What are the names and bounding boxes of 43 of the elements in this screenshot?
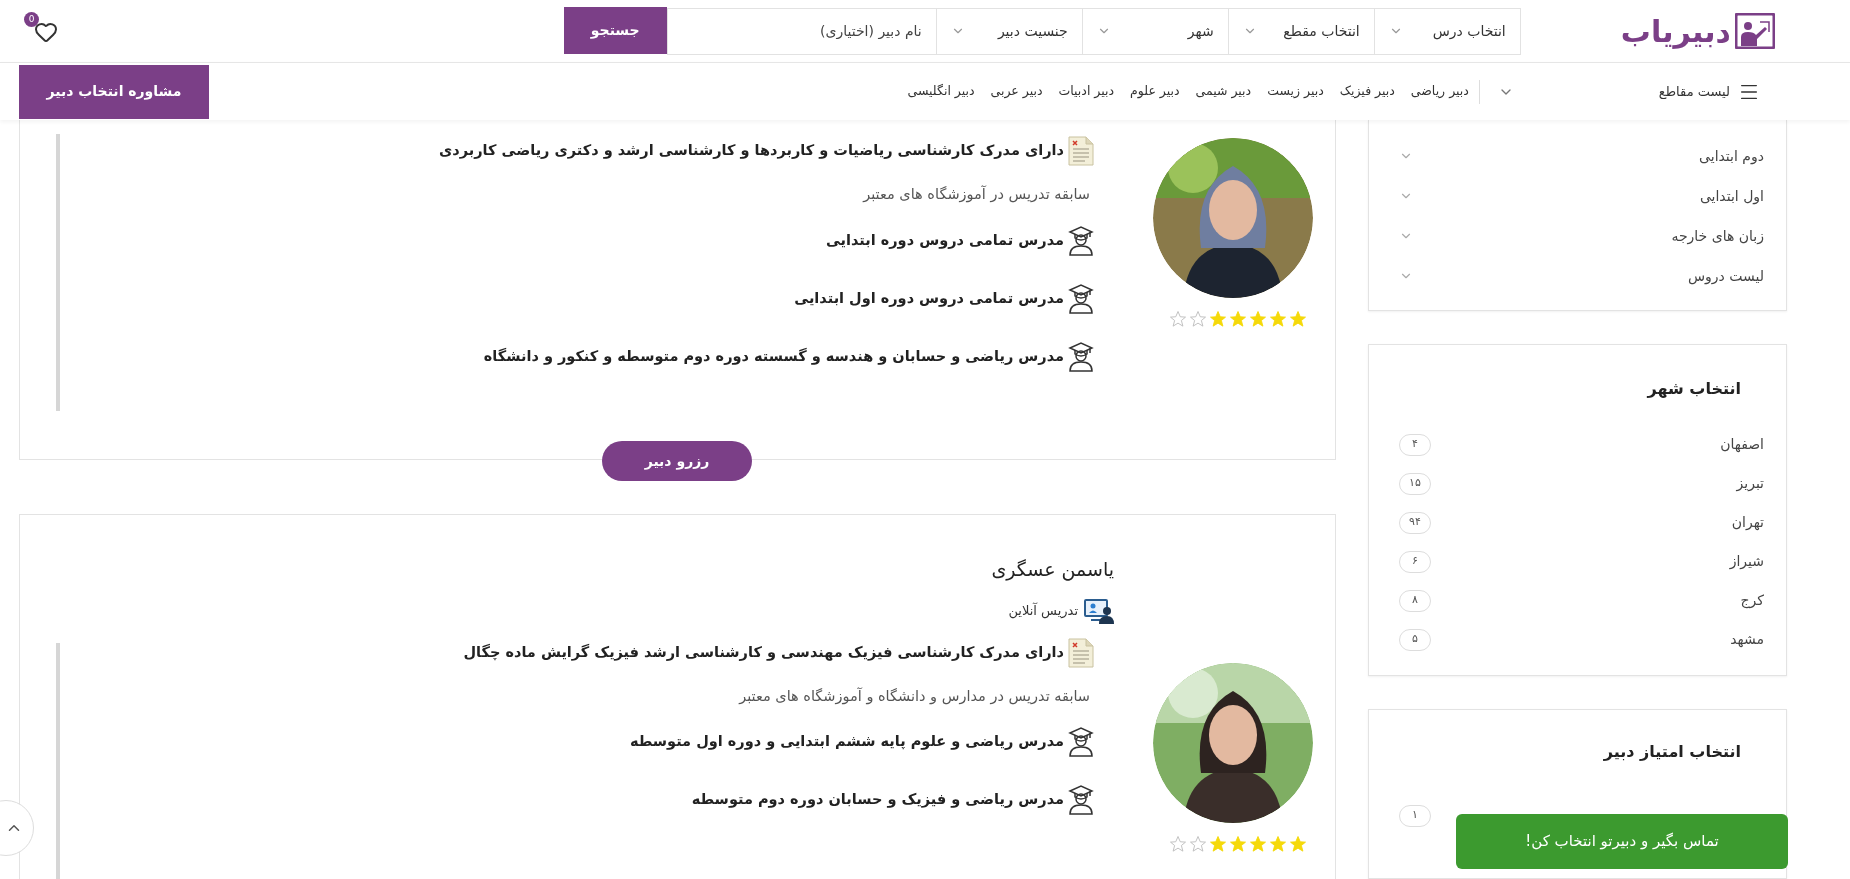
favorites-badge: 0 bbox=[24, 12, 39, 27]
nav-link[interactable]: دبیر ادبیات bbox=[1058, 82, 1115, 101]
teacher-name-field[interactable]: نام دبیر (اختیاری) bbox=[666, 7, 937, 55]
degree-text: دارای مدرک کارشناسی ریاضیات و کاربردها و کارشناسی ارشد و دکتری ریاضی کاربردی bbox=[439, 141, 1064, 161]
nav-link[interactable]: دبیر انگلیسی bbox=[907, 82, 975, 101]
logo-text: دبیریاب bbox=[1620, 12, 1731, 51]
course-text: مدرس تمامی دروس دوره اول ابتدایی bbox=[794, 288, 1064, 309]
search-button[interactable]: جستجو bbox=[563, 6, 667, 54]
degree-text: دارای مدرک کارشناسی فیزیک مهندسی و کارشناسی ارشد فیزیک گرایش ماده چگال bbox=[463, 642, 1064, 663]
level-item[interactable]: لیست دروس bbox=[1369, 256, 1786, 296]
nav-link[interactable]: دبیر شیمی bbox=[1195, 82, 1252, 101]
course-text: مدرس تمامی دروس دوره ابتدایی bbox=[825, 230, 1064, 251]
city-name[interactable]: تهران bbox=[1731, 512, 1764, 533]
nav-link[interactable]: دبیر علوم bbox=[1130, 82, 1180, 101]
consult-button[interactable]: مشاوره انتخاب دبیر bbox=[19, 64, 209, 119]
nav-link[interactable]: دبیر فیزیک bbox=[1339, 82, 1395, 101]
panel-title: انتخاب شهر bbox=[1645, 378, 1742, 400]
experience-text: سابقه تدریس در آموزشگاه های معتبر bbox=[863, 184, 1090, 205]
teacher-name: یاسمن عسگری bbox=[991, 557, 1114, 583]
city-name[interactable]: مشهد bbox=[1730, 629, 1764, 650]
filter-select[interactable]: جنسیت دبیر bbox=[936, 7, 1083, 55]
experience-text: سابقه تدریس در مدارس و دانشگاه و آموزشگاه های معتبر bbox=[739, 686, 1090, 707]
panel-title: انتخاب امتیاز دبیر bbox=[1602, 741, 1742, 763]
city-name[interactable]: کرج bbox=[1740, 590, 1764, 611]
level-item[interactable]: زبان های خارجه bbox=[1369, 216, 1786, 256]
contact-toast[interactable]: تماس بگیر و دبیرتو انتخاب کن! bbox=[1456, 814, 1788, 869]
nav-link[interactable]: دبیر ریاضی bbox=[1410, 82, 1469, 101]
city-name[interactable]: اصفهان bbox=[1720, 434, 1764, 455]
reserve-button[interactable]: رزرو دبیر bbox=[602, 441, 752, 481]
level-item[interactable]: اول ابتدایی bbox=[1369, 176, 1786, 216]
levels-menu-button[interactable]: لیست مقاطع bbox=[1658, 80, 1760, 103]
nav-link[interactable]: دبیر زیست bbox=[1267, 82, 1324, 101]
filter-select[interactable]: انتخاب مقطع bbox=[1228, 7, 1375, 55]
filter-select[interactable]: انتخاب درس bbox=[1374, 7, 1521, 55]
course-text: مدرس ریاضی و علوم پایه ششم ابتدایی و دوره اول متوسطه bbox=[629, 732, 1064, 752]
course-text: مدرس ریاضی و فیزیک و حسابان دوره دوم متوسطه bbox=[691, 790, 1064, 810]
course-text: مدرس ریاضی و حسابان و هندسه و گسسته دوره دوم متوسطه و کنکور و دانشگاه bbox=[483, 346, 1064, 367]
level-item[interactable]: دوم ابتدایی bbox=[1369, 136, 1786, 176]
filter-select[interactable]: شهر bbox=[1082, 7, 1229, 55]
online-label: تدریس آنلاین bbox=[1008, 601, 1078, 621]
city-name[interactable]: تبریز bbox=[1736, 473, 1764, 494]
nav-link[interactable]: دبیر عربی bbox=[990, 82, 1043, 101]
city-name[interactable]: شیراز bbox=[1729, 551, 1764, 572]
